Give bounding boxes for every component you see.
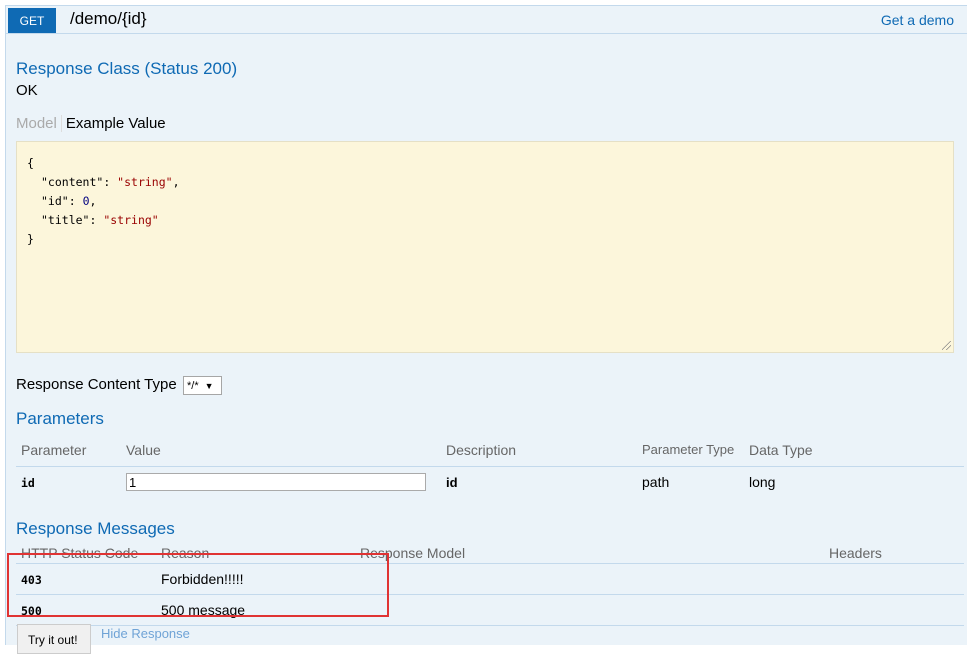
response-messages-table: HTTP Status Code Reason Response Model H…	[16, 543, 964, 626]
response-model	[355, 594, 824, 625]
tab-model[interactable]: Model	[16, 115, 62, 132]
operation-heading[interactable]: GET /demo/{id} Get a demo	[6, 6, 967, 34]
json-value: "string"	[117, 175, 173, 189]
json-key: "title"	[41, 213, 90, 227]
col-headers: Headers	[829, 544, 882, 561]
resize-grip-icon[interactable]	[942, 341, 951, 350]
operation-panel: GET /demo/{id} Get a demo Response Class…	[5, 5, 967, 654]
parameter-row: id id path long	[16, 466, 964, 498]
json-key: "id"	[41, 194, 69, 208]
http-method-badge[interactable]: GET	[8, 8, 56, 33]
response-content-type-select[interactable]: */* ▼	[183, 376, 222, 395]
response-messages-title: Response Messages	[16, 519, 175, 538]
try-it-out-button[interactable]: Try it out!	[17, 624, 91, 654]
col-data-type: Data Type	[749, 441, 813, 458]
parameters-table: Parameter Value Description Parameter Ty…	[16, 434, 964, 498]
json-line: "id": 0,	[41, 194, 97, 208]
parameters-header-row: Parameter Value Description Parameter Ty…	[16, 434, 964, 466]
json-line: "title": "string"	[41, 213, 159, 227]
json-value: 0	[82, 194, 90, 208]
status-reason: Forbidden!!!!!	[161, 570, 244, 587]
col-response-model: Response Model	[360, 544, 466, 561]
json-line: "content": "string",	[41, 175, 180, 189]
parameter-description: id	[446, 475, 458, 491]
response-model	[355, 563, 824, 594]
response-message-row: 500 500 message	[16, 594, 964, 625]
col-parameter: Parameter	[21, 441, 87, 458]
select-value: */*	[187, 379, 199, 392]
response-headers	[824, 563, 964, 594]
status-code: 403	[21, 572, 42, 587]
response-message-row: 403 Forbidden!!!!!	[16, 563, 964, 594]
status-code: 500	[21, 603, 42, 618]
response-status-text: OK	[16, 82, 38, 99]
col-http-status-code: HTTP Status Code	[21, 544, 139, 561]
col-description: Description	[446, 441, 517, 458]
col-parameter-type: Parameter Type	[642, 441, 735, 457]
model-tabs: Model Example Value	[16, 115, 166, 132]
hide-response-link[interactable]: Hide Response	[101, 626, 190, 641]
endpoint-path[interactable]: /demo/{id}	[70, 9, 147, 29]
dropdown-arrow-icon: ▼	[204, 380, 214, 391]
response-messages-header-row: HTTP Status Code Reason Response Model H…	[16, 543, 964, 563]
parameter-type: path	[642, 474, 670, 491]
json-comma: ,	[172, 175, 180, 189]
col-reason: Reason	[161, 544, 210, 561]
json-comma: ,	[89, 194, 97, 208]
col-value: Value	[126, 441, 161, 458]
tab-example-value[interactable]: Example Value	[62, 115, 166, 132]
operation-summary[interactable]: Get a demo	[881, 12, 954, 28]
example-value-snippet[interactable]: { "content": "string", "id": 0, "title":…	[16, 141, 954, 353]
json-value: "string"	[103, 213, 159, 227]
parameter-value-input[interactable]	[126, 473, 426, 492]
response-content-type-label: Response Content Type	[16, 376, 177, 393]
json-open-brace: {	[27, 156, 34, 170]
status-reason: 500 message	[161, 601, 246, 618]
parameters-title: Parameters	[16, 409, 104, 428]
parameter-name: id	[21, 476, 35, 491]
response-headers	[824, 594, 964, 625]
response-class-title: Response Class (Status 200)	[16, 59, 238, 78]
json-key: "content"	[41, 175, 104, 189]
parameter-data-type: long	[749, 474, 776, 491]
json-close-brace: }	[27, 232, 34, 246]
